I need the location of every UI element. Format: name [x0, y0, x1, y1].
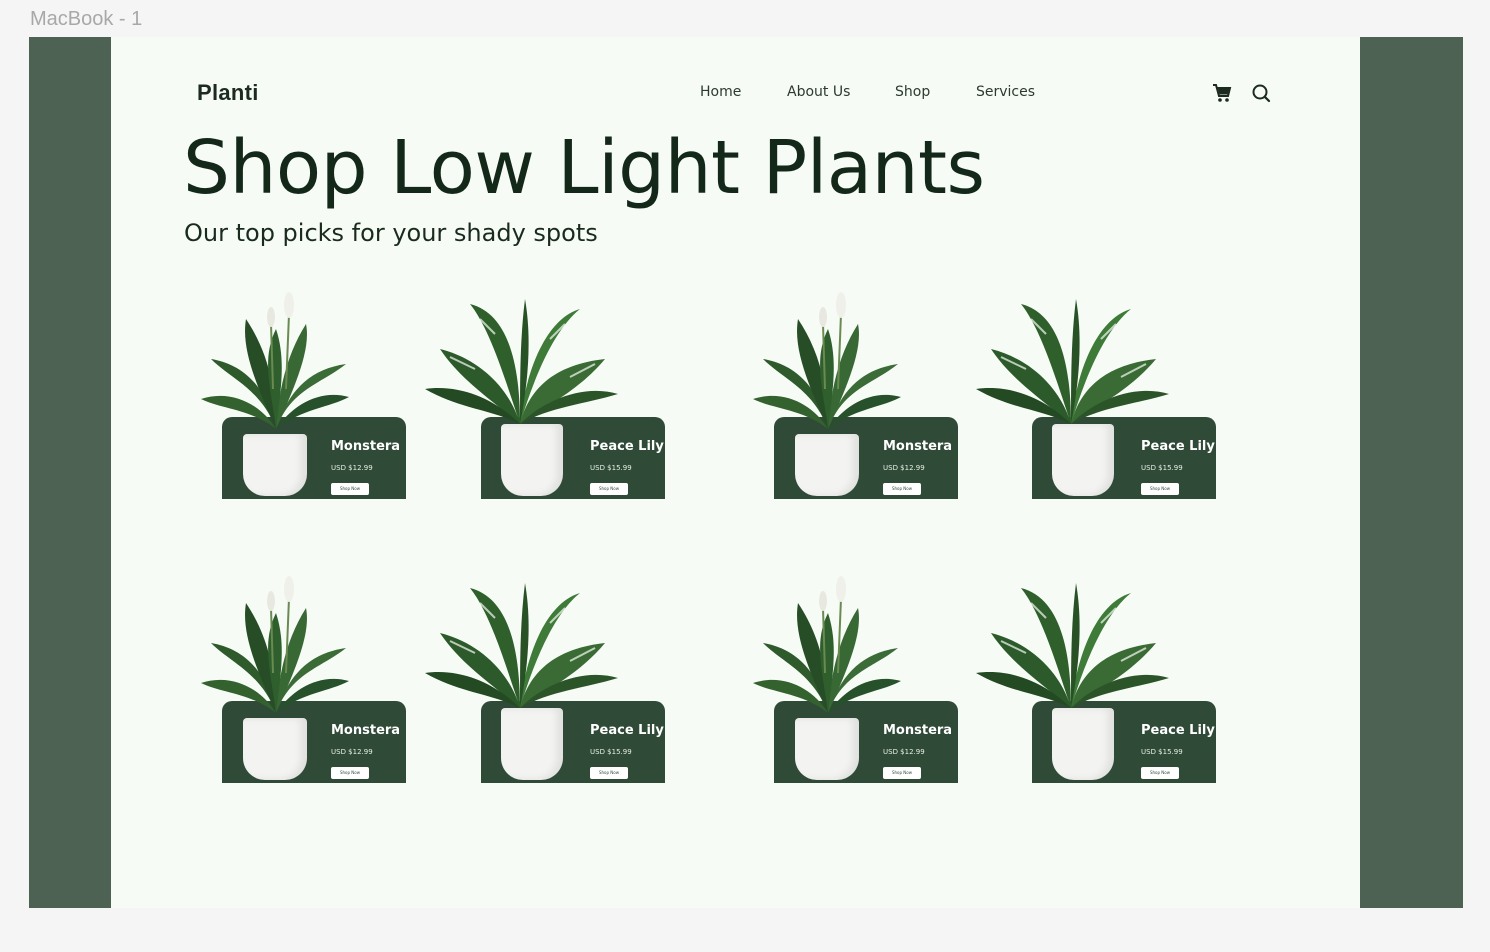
page: Planti Home About Us Shop Services Shop … — [111, 37, 1360, 908]
product-price: USD $15.99 — [590, 748, 632, 756]
product-price: USD $15.99 — [1141, 748, 1183, 756]
shop-now-button[interactable]: Shop Now — [1141, 767, 1179, 779]
shop-now-button[interactable]: Shop Now — [331, 483, 369, 495]
product-card[interactable]: Monstera USD $12.99 Shop Now — [753, 573, 1003, 783]
pot — [795, 434, 859, 496]
product-price: USD $12.99 — [883, 748, 925, 756]
cart-icon[interactable] — [1211, 82, 1233, 104]
product-price: USD $12.99 — [331, 748, 373, 756]
product-name: Monstera — [883, 723, 953, 738]
product-price: USD $15.99 — [590, 464, 632, 472]
peace-lily-icon — [201, 289, 351, 444]
shop-now-button[interactable]: Shop Now — [590, 483, 628, 495]
product-name: Peace Lily — [590, 723, 664, 738]
monstera-icon — [971, 289, 1171, 434]
nav-home[interactable]: Home — [700, 84, 741, 100]
product-card[interactable]: Monstera USD $12.99 Shop Now — [201, 289, 451, 499]
shop-now-button[interactable]: Shop Now — [590, 767, 628, 779]
product-card[interactable]: Monstera USD $12.99 Shop Now — [201, 573, 451, 783]
pot — [1052, 424, 1114, 496]
search-icon[interactable] — [1250, 82, 1272, 104]
product-card[interactable]: Peace Lily USD $15.99 Shop Now — [425, 573, 706, 783]
shop-now-button[interactable]: Shop Now — [883, 483, 921, 495]
product-name: Monstera — [883, 439, 953, 454]
monstera-icon — [971, 573, 1171, 718]
shop-now-button[interactable]: Shop Now — [331, 767, 369, 779]
product-name: Monstera — [331, 723, 401, 738]
logo[interactable]: Planti — [197, 80, 259, 106]
nav-shop[interactable]: Shop — [895, 84, 930, 100]
page-subtitle: Our top picks for your shady spots — [184, 219, 598, 247]
product-card[interactable]: Monstera USD $12.99 Shop Now — [753, 289, 1003, 499]
product-card[interactable]: Peace Lily USD $15.99 Shop Now — [976, 289, 1257, 499]
shop-now-button[interactable]: Shop Now — [1141, 483, 1179, 495]
product-price: USD $15.99 — [1141, 464, 1183, 472]
product-card[interactable]: Peace Lily USD $15.99 Shop Now — [425, 289, 706, 499]
monstera-icon — [420, 573, 620, 718]
product-card[interactable]: Peace Lily USD $15.99 Shop Now — [976, 573, 1257, 783]
monstera-icon — [420, 289, 620, 434]
product-name: Peace Lily — [1141, 439, 1215, 454]
shop-now-button[interactable]: Shop Now — [883, 767, 921, 779]
pot — [1052, 708, 1114, 780]
frame-label: MacBook - 1 — [30, 8, 143, 30]
peace-lily-icon — [201, 573, 351, 728]
pot — [243, 434, 307, 496]
product-price: USD $12.99 — [883, 464, 925, 472]
nav-about-us[interactable]: About Us — [787, 84, 850, 100]
nav-services[interactable]: Services — [976, 84, 1035, 100]
peace-lily-icon — [753, 573, 903, 728]
pot — [243, 718, 307, 780]
product-price: USD $12.99 — [331, 464, 373, 472]
product-name: Peace Lily — [590, 439, 664, 454]
peace-lily-icon — [753, 289, 903, 444]
product-name: Monstera — [331, 439, 401, 454]
pot — [795, 718, 859, 780]
pot — [501, 424, 563, 496]
page-title: Shop Low Light Plants — [183, 125, 985, 211]
product-name: Peace Lily — [1141, 723, 1215, 738]
pot — [501, 708, 563, 780]
